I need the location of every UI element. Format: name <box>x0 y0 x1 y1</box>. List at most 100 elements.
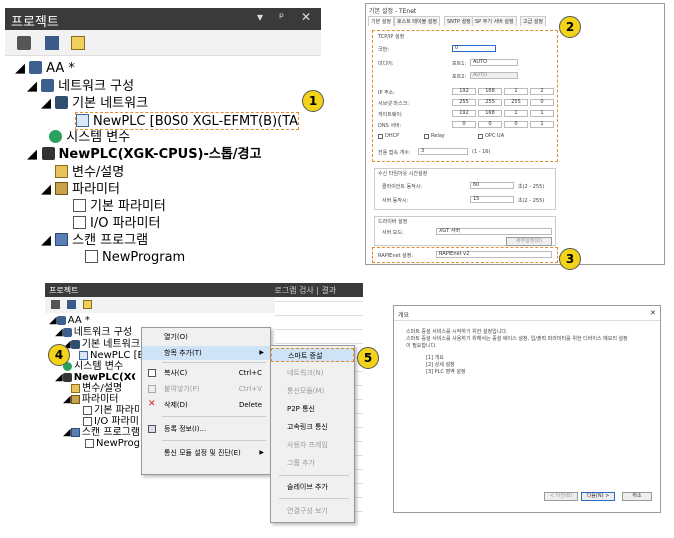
gw-octet-2[interactable]: 168 <box>478 110 502 117</box>
dhcp-checkbox[interactable] <box>378 134 383 139</box>
tree-io-param[interactable]: I/O 파라미터 <box>73 215 160 233</box>
dns-octet-4[interactable]: 1 <box>530 121 554 128</box>
menu-delete[interactable]: ✕ 삭제(D) Delete <box>142 398 270 412</box>
dhcp-label: DHCP <box>385 133 400 139</box>
timeout-title: 수신 타임아웃 시간설정 <box>378 171 428 177</box>
ip-octet-4[interactable]: 2 <box>530 88 554 95</box>
submenu-comm-module[interactable]: 통신모듈(M) <box>271 384 354 398</box>
menu-paste[interactable]: 붙여넣기(P) Ctrl+V <box>142 382 270 396</box>
wizard-step-1: [1] 개요 <box>426 355 444 361</box>
tree-var-desc[interactable]: 변수/설명 <box>55 164 124 182</box>
menu-copy[interactable]: 복사(C) Ctrl+C <box>142 366 270 380</box>
detail-settings-button[interactable]: 세부설정(D) <box>506 237 552 246</box>
menu-add-item[interactable]: 항목 추가(T) ▶ <box>142 346 270 360</box>
opcua-checkbox[interactable] <box>478 134 483 139</box>
client-label: 클라이언트 동작시: <box>382 184 423 190</box>
tab-sntp[interactable]: SNTP 설정 <box>444 16 474 26</box>
port1-select[interactable]: AUTO <box>470 59 518 66</box>
dns-octet-1[interactable]: 0 <box>452 121 476 128</box>
tree-parameters[interactable]: ◢ 파라미터 <box>41 181 120 199</box>
project-icon <box>56 316 66 325</box>
ip-octet-1[interactable]: 192 <box>452 88 476 95</box>
program-icon <box>85 250 98 263</box>
next-button[interactable]: 다음(N) > <box>581 492 615 501</box>
cancel-button[interactable]: 취소 <box>622 492 652 501</box>
submenu-group-add[interactable]: 그룹 추가 <box>271 456 354 470</box>
tree-network-config[interactable]: ◢ 네트워크 구성 <box>55 327 132 339</box>
port2-select[interactable]: AUTO <box>470 72 518 79</box>
tree-plc-item[interactable]: NewPLC [B0S0 XGL-EFMT(B)(TA <box>75 112 299 130</box>
gw-octet-3[interactable]: 1 <box>504 110 528 117</box>
wizard-dialog: 개요 ✕ 스마트 증설 서비스를 시작하기 위한 설정입니다. 스마트 증설 서… <box>393 305 661 513</box>
submenu-slave-add[interactable]: 슬레이브 추가 <box>271 480 354 494</box>
tree-basic-param[interactable]: 기본 파라미터 <box>73 198 166 216</box>
gw-octet-1[interactable]: 192 <box>452 110 476 117</box>
station-input[interactable]: 0 <box>452 45 496 52</box>
menu-separator <box>279 475 349 476</box>
submenu-arrow-icon: ▶ <box>259 349 264 356</box>
menu-open[interactable]: 열기(O) <box>142 330 270 344</box>
tree-view-icon[interactable] <box>17 36 31 50</box>
tree-new-program[interactable]: NewProgram <box>85 438 139 450</box>
gw-octet-4[interactable]: 1 <box>530 110 554 117</box>
module-view-icon[interactable] <box>67 300 76 309</box>
tab-basic[interactable]: 기본 설정 <box>368 16 394 26</box>
tree-system-vars[interactable]: 시스템 변수 <box>41 129 130 147</box>
close-icon[interactable]: ✕ <box>301 10 311 24</box>
close-icon[interactable]: ✕ <box>650 309 656 317</box>
wizard-line-1: 스마트 증설 서비스를 시작하기 위한 설정입니다. <box>406 329 508 335</box>
project-panel: 프로젝트 ▾ ᵖ ✕ ◢ AA * ◢ 네트워크 구성 ◢ 기본 네트워크 Ne… <box>5 8 324 270</box>
tree-view-icon[interactable] <box>51 300 60 309</box>
paste-icon <box>148 385 156 393</box>
menu-comm-module[interactable]: 통신 모듈 설정 및 진단(E) ▶ <box>142 446 270 460</box>
media-label: 미디어: <box>378 61 394 67</box>
tab-host-table[interactable]: 호스트 테이블 설정 <box>394 16 440 26</box>
tree-cpu[interactable]: ◢ NewPLC(XGK-CPUS)-스톱/경고 <box>27 146 261 164</box>
menu-properties[interactable]: 등록 정보(I)... <box>142 422 270 436</box>
dns-octet-3[interactable]: 0 <box>504 121 528 128</box>
mask-octet-2[interactable]: 255 <box>478 99 502 106</box>
conn-count-input[interactable]: 3 <box>418 148 468 155</box>
project-title: 프로젝트 <box>11 15 59 30</box>
tree-network-config[interactable]: ◢ 네트워크 구성 <box>27 78 134 96</box>
prev-button[interactable]: < 이전(B) <box>544 492 578 501</box>
folder-icon[interactable] <box>83 300 92 309</box>
submenu-p2p[interactable]: P2P 통신 <box>271 402 354 416</box>
program-icon <box>85 439 94 448</box>
scan-program-icon <box>70 428 80 437</box>
relay-checkbox[interactable] <box>424 134 429 139</box>
tree-root[interactable]: ◢ AA * <box>49 315 90 327</box>
tree-scan-program[interactable]: ◢ 스캔 프로그램 <box>41 232 148 250</box>
tree-basic-network[interactable]: ◢ 기본 네트워크 <box>41 95 148 113</box>
mask-octet-3[interactable]: 255 <box>504 99 528 106</box>
dropdown-icon[interactable]: ▾ <box>257 10 263 24</box>
tree-root[interactable]: ◢ AA * <box>15 60 75 78</box>
tab-sp-server[interactable]: SP 주기 서버 설정 <box>472 16 517 26</box>
param-doc-icon <box>73 199 86 212</box>
tree-new-program[interactable]: NewProgram <box>85 249 185 267</box>
pin-icon[interactable]: ᵖ <box>279 10 284 24</box>
server-mode-select[interactable]: XGT 서버 <box>436 228 552 235</box>
mask-octet-1[interactable]: 255 <box>452 99 476 106</box>
dns-octet-2[interactable]: 0 <box>478 121 502 128</box>
ip-octet-3[interactable]: 1 <box>504 88 528 95</box>
module-view-icon[interactable] <box>45 36 59 50</box>
context-project-title: 프로젝트 <box>49 286 79 295</box>
rapienet-select[interactable]: RAPIEnet v2 <box>436 251 552 258</box>
submenu-network[interactable]: 네트워크(N) <box>271 366 354 380</box>
cpu-icon <box>41 147 55 160</box>
submenu-view-link[interactable]: 연결구성 보기 <box>271 504 354 518</box>
callout-badge-5: 5 <box>357 347 379 369</box>
submenu-user-frame[interactable]: 사용자 프레임 <box>271 438 354 452</box>
server-timeout-input[interactable]: 15 <box>470 196 514 203</box>
submenu-hslink[interactable]: 고속링크 통신 <box>271 420 354 434</box>
menu-separator <box>162 440 266 441</box>
ip-label: IP 주소: <box>378 90 395 96</box>
mask-octet-4[interactable]: 0 <box>530 99 554 106</box>
ip-octet-2[interactable]: 168 <box>478 88 502 95</box>
cpu-icon <box>62 373 72 382</box>
folder-icon[interactable] <box>71 36 85 50</box>
client-timeout-input[interactable]: 60 <box>470 182 514 189</box>
submenu-smart-expansion[interactable]: 스마트 증설 <box>271 348 354 362</box>
tab-advanced[interactable]: 고급 설정 <box>520 16 546 26</box>
